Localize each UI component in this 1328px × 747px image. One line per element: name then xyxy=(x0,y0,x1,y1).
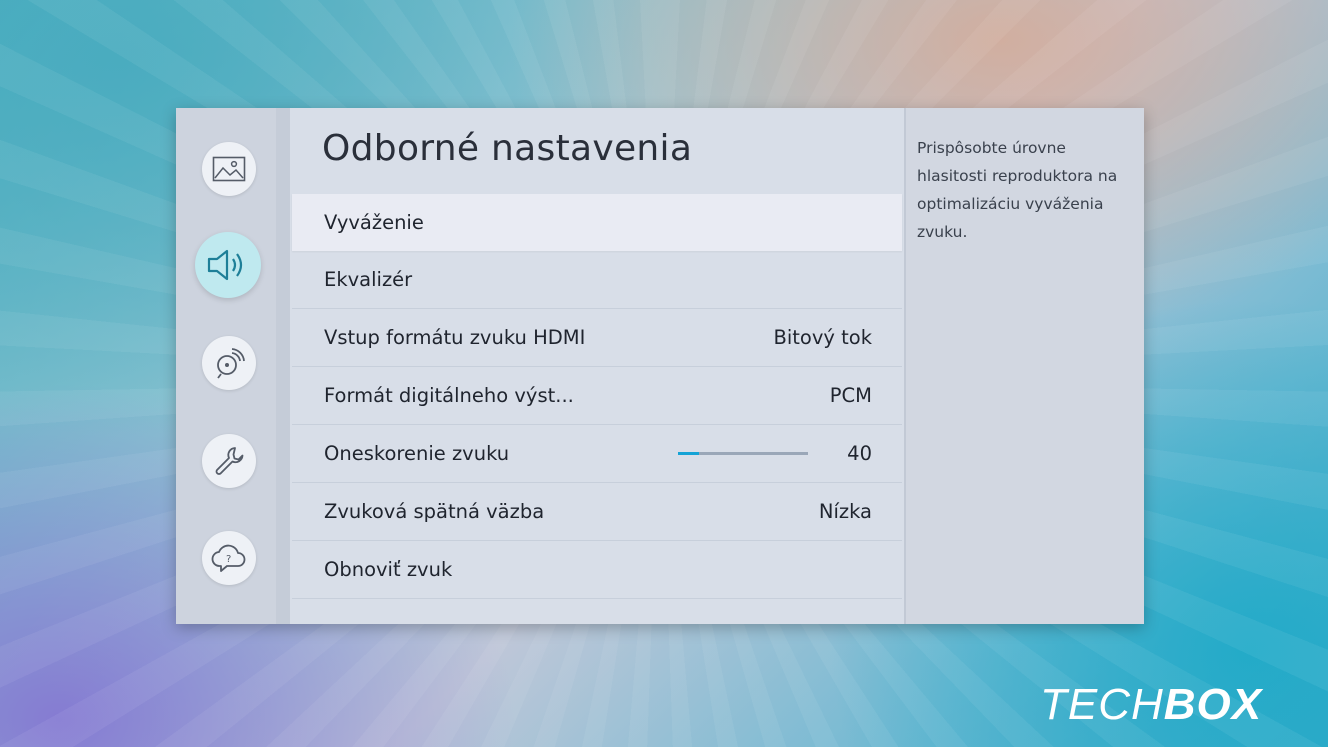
help-description-panel: Prispôsobte úrovne hlasitosti reprodukto… xyxy=(904,108,1144,624)
menu-item-label: Obnoviť zvuk xyxy=(324,558,453,581)
picture-icon xyxy=(212,156,246,182)
sidebar-item-support[interactable]: ? xyxy=(202,531,256,585)
settings-list: Vyváženie Ekvalizér Vstup formátu zvuku … xyxy=(292,194,902,599)
menu-item-label: Vyváženie xyxy=(324,211,424,234)
menu-item-label: Oneskorenie zvuku xyxy=(324,442,510,465)
watermark-part2: BOX xyxy=(1163,680,1263,729)
watermark-part1: TECH xyxy=(1040,680,1164,729)
slider-fill xyxy=(678,452,699,455)
watermark-logo: TECHBOX xyxy=(1040,680,1262,730)
menu-item-label: Zvuková spätná väzba xyxy=(324,500,545,523)
menu-item-value: Nízka xyxy=(818,500,872,523)
sound-icon xyxy=(206,248,250,282)
menu-item-digital-output-format[interactable]: Formát digitálneho výst... PCM xyxy=(292,367,902,425)
settings-panel: ? Odborné nastavenia Vyváženie Ekvalizér… xyxy=(176,108,1144,624)
page-title: Odborné nastavenia xyxy=(322,128,693,169)
menu-item-label: Vstup formátu zvuku HDMI xyxy=(324,326,586,349)
menu-item-value: 40 xyxy=(847,442,872,465)
menu-item-label: Ekvalizér xyxy=(324,268,413,291)
menu-item-equalizer[interactable]: Ekvalizér xyxy=(292,251,902,309)
sidebar-item-sound[interactable] xyxy=(195,232,261,298)
sidebar-item-general[interactable] xyxy=(202,434,256,488)
audio-delay-slider[interactable] xyxy=(678,452,808,455)
menu-item-balance[interactable]: Vyváženie xyxy=(292,194,902,251)
menu-item-label: Formát digitálneho výst... xyxy=(324,384,574,407)
settings-list-panel: Odborné nastavenia Vyváženie Ekvalizér V… xyxy=(290,108,904,624)
sidebar-item-broadcasting[interactable] xyxy=(202,336,256,390)
support-icon: ? xyxy=(211,542,247,574)
help-description-text: Prispôsobte úrovne hlasitosti reprodukto… xyxy=(917,139,1118,241)
sidebar-item-picture[interactable] xyxy=(202,142,256,196)
broadcast-icon xyxy=(213,347,245,379)
menu-item-value: PCM xyxy=(829,384,872,407)
menu-item-reset-sound[interactable]: Obnoviť zvuk xyxy=(292,541,902,599)
menu-item-hdmi-audio-format[interactable]: Vstup formátu zvuku HDMI Bitový tok xyxy=(292,309,902,367)
menu-item-audio-delay[interactable]: Oneskorenie zvuku 40 xyxy=(292,425,902,483)
menu-item-sound-feedback[interactable]: Zvuková spätná väzba Nízka xyxy=(292,483,902,541)
wrench-icon xyxy=(213,445,245,477)
svg-text:?: ? xyxy=(226,554,231,565)
category-sidebar: ? xyxy=(176,108,290,624)
menu-item-value: Bitový tok xyxy=(773,326,872,349)
